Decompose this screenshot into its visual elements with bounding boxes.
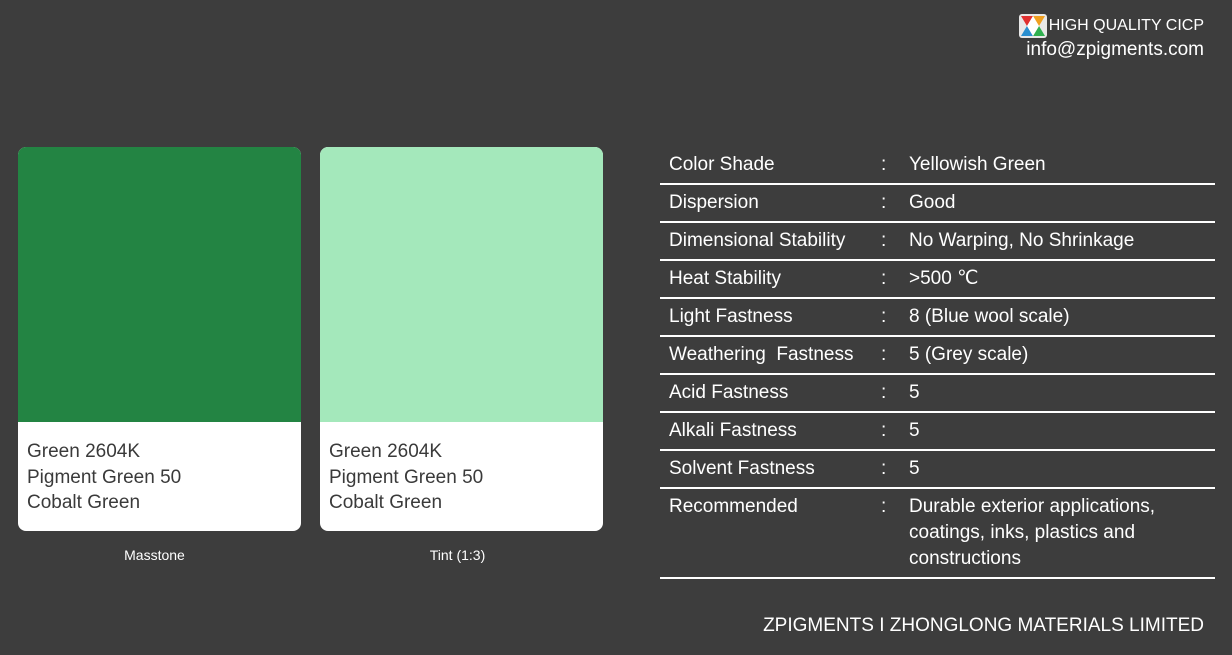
spec-table: Color Shade : Yellowish Green Dispersion…: [660, 147, 1215, 579]
spec-value: 5 (Grey scale): [909, 344, 1029, 365]
spec-label: Dimensional Stability: [669, 230, 846, 251]
spec-value: Yellowish Green: [909, 154, 1046, 175]
spec-value: 8 (Blue wool scale): [909, 306, 1070, 327]
company-footer: ZPIGMENTS I ZHONGLONG MATERIALS LIMITED: [763, 615, 1204, 636]
spec-label: Acid Fastness: [669, 382, 789, 403]
spec-colon: :: [881, 268, 887, 289]
spec-label: Color Shade: [669, 154, 775, 175]
pigment-name: Pigment Green 50: [329, 466, 484, 488]
tint-swatch: [320, 147, 603, 422]
masstone-swatch: [18, 147, 301, 422]
spec-value: 5: [909, 458, 920, 479]
tint-card: Green 2604K Pigment Green 50 Cobalt Gree…: [320, 147, 603, 531]
spec-label: Alkali Fastness: [669, 420, 797, 441]
spec-label: Heat Stability: [669, 268, 781, 289]
contact-email[interactable]: info@zpigments.com: [1019, 38, 1204, 62]
spec-colon: :: [881, 420, 887, 441]
spec-value: 5: [909, 382, 920, 403]
brand-tagline-row: HIGH QUALITY CICP: [1018, 14, 1204, 38]
spec-value: No Warping, No Shrinkage: [909, 230, 1135, 251]
spec-value: 5: [909, 420, 920, 441]
spec-value: Durable exterior applications, coatings,…: [909, 496, 1156, 569]
tint-card-text: Green 2604K Pigment Green 50 Cobalt Gree…: [320, 422, 603, 516]
spec-label: Recommended: [669, 496, 798, 517]
spec-row-alkali-fastness: Alkali Fastness : 5: [660, 413, 1215, 451]
zpigments-logo-icon: [1018, 14, 1047, 38]
spec-row-dimensional-stability: Dimensional Stability : No Warping, No S…: [660, 223, 1215, 261]
spec-row-heat-stability: Heat Stability : >500 ℃: [660, 261, 1215, 299]
spec-label: Weathering Fastness: [669, 344, 854, 365]
spec-row-solvent-fastness: Solvent Fastness : 5: [660, 451, 1215, 489]
spec-value: Good: [909, 192, 956, 213]
spec-label: Solvent Fastness: [669, 458, 815, 479]
product-code: Green 2604K: [27, 441, 141, 462]
brand-tagline: HIGH QUALITY CICP: [1048, 17, 1204, 34]
spec-colon: :: [881, 382, 887, 403]
spec-row-light-fastness: Light Fastness : 8 (Blue wool scale): [660, 299, 1215, 337]
spec-label: Light Fastness: [669, 306, 793, 327]
masstone-card-text: Green 2604K Pigment Green 50 Cobalt Gree…: [18, 422, 301, 516]
spec-colon: :: [881, 496, 887, 517]
spec-value: >500 ℃: [909, 268, 979, 289]
brand-header: HIGH QUALITY CICP info@zpigments.com: [1018, 14, 1204, 62]
pigment-name: Pigment Green 50: [27, 466, 182, 488]
spec-colon: :: [881, 306, 887, 327]
spec-colon: :: [881, 154, 887, 175]
common-name: Cobalt Green: [329, 492, 443, 513]
tint-caption: Tint (1:3): [429, 547, 486, 563]
spec-colon: :: [881, 192, 887, 213]
spec-label: Dispersion: [669, 192, 759, 213]
spec-colon: :: [881, 344, 887, 365]
spec-row-recommended: Recommended : Durable exterior applicati…: [660, 489, 1215, 579]
spec-row-acid-fastness: Acid Fastness : 5: [660, 375, 1215, 413]
spec-colon: :: [881, 230, 887, 251]
spec-row-color-shade: Color Shade : Yellowish Green: [660, 147, 1215, 185]
masstone-caption: Masstone: [124, 547, 185, 563]
spec-row-weathering-fastness: Weathering Fastness : 5 (Grey scale): [660, 337, 1215, 375]
spec-colon: :: [881, 458, 887, 479]
common-name: Cobalt Green: [27, 492, 141, 513]
product-code: Green 2604K: [329, 441, 443, 462]
spec-row-dispersion: Dispersion : Good: [660, 185, 1215, 223]
masstone-card: Green 2604K Pigment Green 50 Cobalt Gree…: [18, 147, 301, 531]
